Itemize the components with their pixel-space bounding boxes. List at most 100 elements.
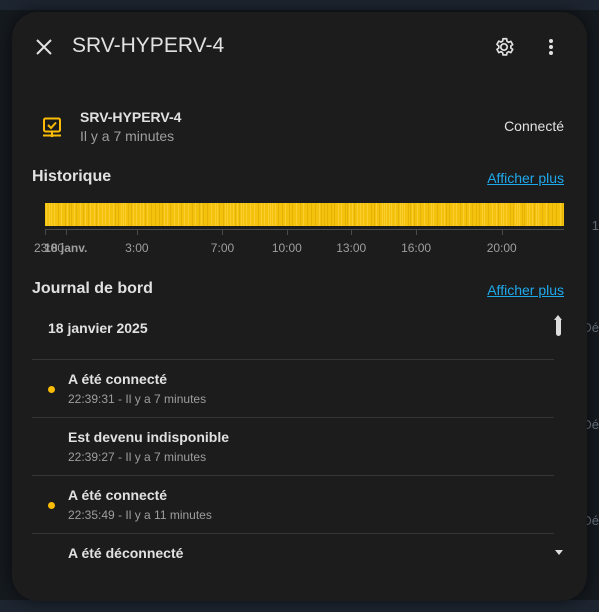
timeline-segment bbox=[529, 203, 530, 226]
timeline-segment bbox=[80, 203, 81, 226]
timeline-segment bbox=[264, 203, 265, 226]
timeline-segment bbox=[54, 203, 55, 226]
timeline-segment bbox=[515, 203, 516, 226]
logbook-entry[interactable]: A été déconnecté22:35:19 - Il y a 11 min… bbox=[32, 533, 554, 560]
timeline-segment bbox=[420, 203, 421, 226]
timeline-segment bbox=[217, 203, 218, 226]
timeline-segment bbox=[560, 203, 561, 226]
axis-tick-label: 7:00 bbox=[210, 241, 235, 255]
timeline-segment bbox=[289, 203, 290, 226]
timeline-segment bbox=[207, 203, 208, 226]
timeline-segment bbox=[479, 203, 480, 226]
timeline-segment bbox=[170, 203, 171, 226]
timeline-segment bbox=[441, 203, 442, 226]
timeline-segment bbox=[155, 203, 156, 226]
timeline-segment bbox=[61, 203, 62, 226]
timeline-segment bbox=[352, 203, 353, 226]
history-timeline[interactable] bbox=[45, 203, 564, 226]
history-show-more-link[interactable]: Afficher plus bbox=[487, 170, 564, 186]
timeline-segment bbox=[140, 203, 141, 226]
background-panel-bottom bbox=[0, 600, 599, 612]
timeline-segment bbox=[472, 203, 473, 226]
close-button[interactable] bbox=[24, 27, 64, 67]
timeline-segment bbox=[417, 203, 418, 226]
timeline-segment bbox=[327, 203, 328, 226]
state-dot bbox=[48, 386, 55, 393]
timeline-segment bbox=[469, 203, 470, 226]
timeline-segment bbox=[278, 203, 279, 226]
timeline-segment bbox=[522, 203, 523, 226]
timeline-segment bbox=[354, 203, 355, 226]
timeline-segment bbox=[382, 203, 383, 226]
timeline-segment bbox=[386, 203, 387, 226]
timeline-segment bbox=[315, 203, 316, 226]
timeline-segment bbox=[449, 203, 450, 226]
timeline-segment bbox=[482, 203, 483, 226]
settings-button[interactable] bbox=[484, 27, 524, 67]
timeline-segment bbox=[527, 203, 528, 226]
logbook-entry-title: Est devenu indisponible bbox=[68, 429, 230, 445]
timeline-segment bbox=[395, 203, 396, 226]
timeline-segment bbox=[506, 203, 507, 226]
timeline-segment bbox=[58, 203, 59, 226]
timeline-segment bbox=[363, 203, 364, 226]
background-label: 1 bbox=[591, 218, 599, 233]
timeline-segment bbox=[453, 203, 454, 226]
timeline-segment bbox=[151, 203, 152, 226]
timeline-segment bbox=[118, 203, 119, 226]
logbook-scrollbar-thumb[interactable] bbox=[556, 318, 561, 336]
timeline-segment bbox=[113, 203, 114, 226]
logbook-entry[interactable]: A été connecté 22:35:49 - Il y a 11 minut… bbox=[32, 475, 554, 534]
timeline-segment bbox=[408, 203, 409, 226]
timeline-segment bbox=[345, 203, 346, 226]
timeline-segment bbox=[360, 203, 361, 226]
timeline-segment bbox=[334, 203, 335, 226]
timeline-segment bbox=[307, 203, 308, 226]
timeline-segment bbox=[496, 203, 497, 226]
timeline-segment bbox=[233, 203, 234, 226]
timeline-segment bbox=[188, 203, 189, 226]
timeline-segment bbox=[376, 203, 377, 226]
timeline-segment bbox=[65, 203, 66, 226]
axis-tick-label: 3:00 bbox=[125, 241, 149, 255]
timeline-segment bbox=[143, 203, 144, 226]
axis-tick-label: 10:00 bbox=[271, 241, 302, 255]
timeline-segment bbox=[243, 203, 244, 226]
history-title: Historique bbox=[32, 168, 112, 185]
timeline-segment bbox=[285, 203, 286, 226]
timeline-segment bbox=[349, 203, 350, 226]
logbook-entry-time: 22:39:31 - Il y a 7 minutes bbox=[68, 392, 207, 406]
logbook-list[interactable]: 18 janvier 2025 A été connecté 22:39:31 -… bbox=[32, 312, 554, 560]
timeline-segment bbox=[88, 203, 89, 226]
timeline-segment bbox=[552, 203, 553, 226]
timeline-segment bbox=[133, 203, 134, 226]
timeline-segment bbox=[215, 203, 216, 226]
timeline-segment bbox=[94, 203, 95, 226]
axis-tick-label: 13:00 bbox=[336, 241, 367, 255]
logbook-entry[interactable]: A été connecté 22:39:31 - Il y a 7 minute… bbox=[32, 359, 554, 418]
timeline-segment bbox=[246, 203, 247, 226]
axis-tick-label: 16:00 bbox=[401, 241, 432, 255]
timeline-segment bbox=[532, 203, 533, 226]
timeline-segment bbox=[319, 203, 320, 226]
timeline-segment bbox=[379, 203, 380, 226]
timeline-segment bbox=[444, 203, 445, 226]
logbook-entry[interactable]: Est devenu indisponible 22:39:27 - Il y a… bbox=[32, 417, 554, 476]
timeline-segment bbox=[282, 203, 283, 226]
timeline-segment bbox=[162, 203, 163, 226]
timeline-segment bbox=[125, 203, 126, 226]
timeline-segment bbox=[341, 203, 342, 226]
timeline-segment bbox=[357, 203, 358, 226]
logbook-show-more-link[interactable]: Afficher plus bbox=[487, 282, 564, 298]
timeline-segment bbox=[145, 203, 146, 226]
scroll-down-arrow[interactable] bbox=[555, 550, 563, 555]
timeline-segment bbox=[192, 203, 193, 226]
more-options-button[interactable] bbox=[531, 27, 571, 67]
timeline-segment bbox=[503, 203, 504, 226]
timeline-segment bbox=[488, 203, 489, 226]
timeline-segment bbox=[102, 203, 103, 226]
timeline-segment bbox=[51, 203, 52, 226]
timeline-segment bbox=[123, 203, 124, 226]
timeline-segment bbox=[542, 203, 543, 226]
timeline-segment bbox=[115, 203, 116, 226]
